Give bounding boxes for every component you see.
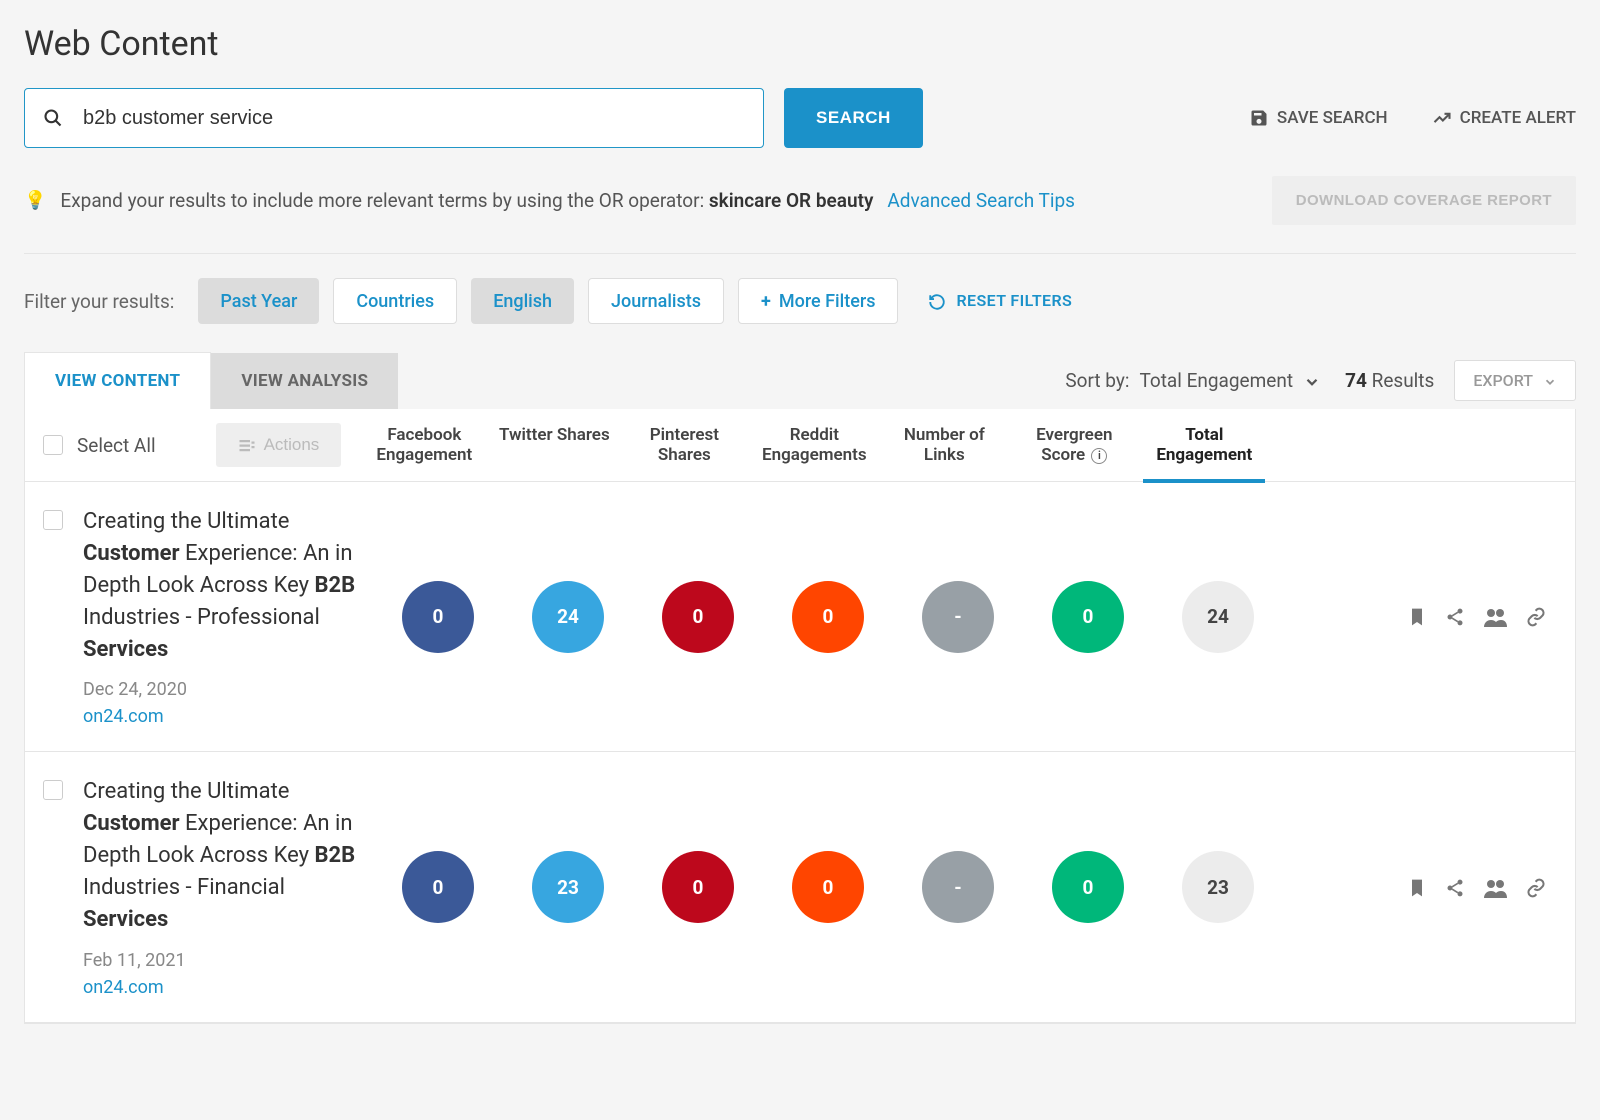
row-checkbox[interactable] [43,780,63,800]
metric-total: 23 [1182,851,1254,923]
reset-filters-button[interactable]: RESET FILTERS [928,291,1072,311]
actions-icon [238,435,256,455]
result-row: Creating the Ultimate Customer Experienc… [25,752,1575,1022]
metric-links: - [922,581,994,653]
advanced-search-tips-link[interactable]: Advanced Search Tips [887,189,1075,212]
filter-chip-english[interactable]: English [471,278,574,324]
people-icon[interactable] [1483,877,1507,898]
page-title: Web Content [24,24,1576,64]
create-alert-label: CREATE ALERT [1460,108,1576,128]
chevron-down-icon [1543,371,1557,390]
result-row: Creating the Ultimate Customer Experienc… [25,482,1575,752]
filter-label: Filter your results: [24,290,174,313]
lightbulb-icon: 💡 [24,190,46,211]
col-total-engagement[interactable]: Total Engagement [1139,425,1269,465]
result-date: Dec 24, 2020 [83,679,357,700]
people-icon[interactable] [1483,606,1507,627]
metric-evergreen: 0 [1052,851,1124,923]
select-all-label: Select All [77,434,156,457]
col-facebook[interactable]: Facebook Engagement [359,425,489,465]
metric-reddit: 0 [792,851,864,923]
metric-pinterest: 0 [662,851,734,923]
download-coverage-report-button: DOWNLOAD COVERAGE REPORT [1272,176,1576,225]
result-title[interactable]: Creating the Ultimate Customer Experienc… [83,776,357,935]
sort-by-dropdown[interactable]: Sort by: Total Engagement [1065,369,1321,392]
save-search-label: SAVE SEARCH [1277,108,1388,128]
filter-chip-journalists[interactable]: Journalists [588,278,724,324]
search-button[interactable]: SEARCH [784,88,923,148]
metric-links: - [922,851,994,923]
refresh-icon [928,291,946,311]
result-title[interactable]: Creating the Ultimate Customer Experienc… [83,506,357,665]
metric-pinterest: 0 [662,581,734,653]
chevron-down-icon [1303,369,1321,392]
result-domain-link[interactable]: on24.com [83,977,357,998]
save-icon [1249,108,1269,129]
filter-chip-past-year[interactable]: Past Year [198,278,319,324]
more-filters-button[interactable]: + More Filters [738,278,898,324]
result-date: Feb 11, 2021 [83,950,357,971]
metric-reddit: 0 [792,581,864,653]
metric-total: 24 [1182,581,1254,653]
share-icon[interactable] [1445,606,1465,627]
row-checkbox[interactable] [43,510,63,530]
save-search-button[interactable]: SAVE SEARCH [1249,108,1388,129]
bookmark-icon[interactable] [1407,606,1427,627]
result-domain-link[interactable]: on24.com [83,706,357,727]
link-icon[interactable] [1525,606,1547,627]
search-box[interactable] [24,88,764,148]
search-input[interactable] [83,107,745,130]
metric-facebook: 0 [402,581,474,653]
col-reddit[interactable]: Reddit Engagements [749,425,879,465]
alert-icon [1432,108,1452,129]
export-button[interactable]: EXPORT [1454,360,1576,401]
col-twitter[interactable]: Twitter Shares [489,425,619,465]
col-links[interactable]: Number of Links [879,425,1009,465]
filter-chip-countries[interactable]: Countries [333,278,457,324]
metric-facebook: 0 [402,851,474,923]
col-pinterest[interactable]: Pinterest Shares [619,425,749,465]
link-icon[interactable] [1525,877,1547,898]
search-icon [43,108,63,129]
col-evergreen[interactable]: Evergreen Score i [1009,425,1139,465]
metric-evergreen: 0 [1052,581,1124,653]
create-alert-button[interactable]: CREATE ALERT [1432,108,1576,129]
tab-view-analysis[interactable]: VIEW ANALYSIS [211,353,398,409]
actions-button: Actions [216,423,342,467]
share-icon[interactable] [1445,877,1465,898]
results-count: 74 Results [1345,369,1434,392]
plus-icon: + [761,291,771,312]
tab-view-content[interactable]: VIEW CONTENT [24,352,211,409]
info-icon[interactable]: i [1091,448,1107,464]
tip-text: Expand your results to include more rele… [60,189,873,212]
metric-twitter: 24 [532,581,604,653]
bookmark-icon[interactable] [1407,877,1427,898]
select-all-checkbox[interactable] [43,435,63,455]
metric-twitter: 23 [532,851,604,923]
